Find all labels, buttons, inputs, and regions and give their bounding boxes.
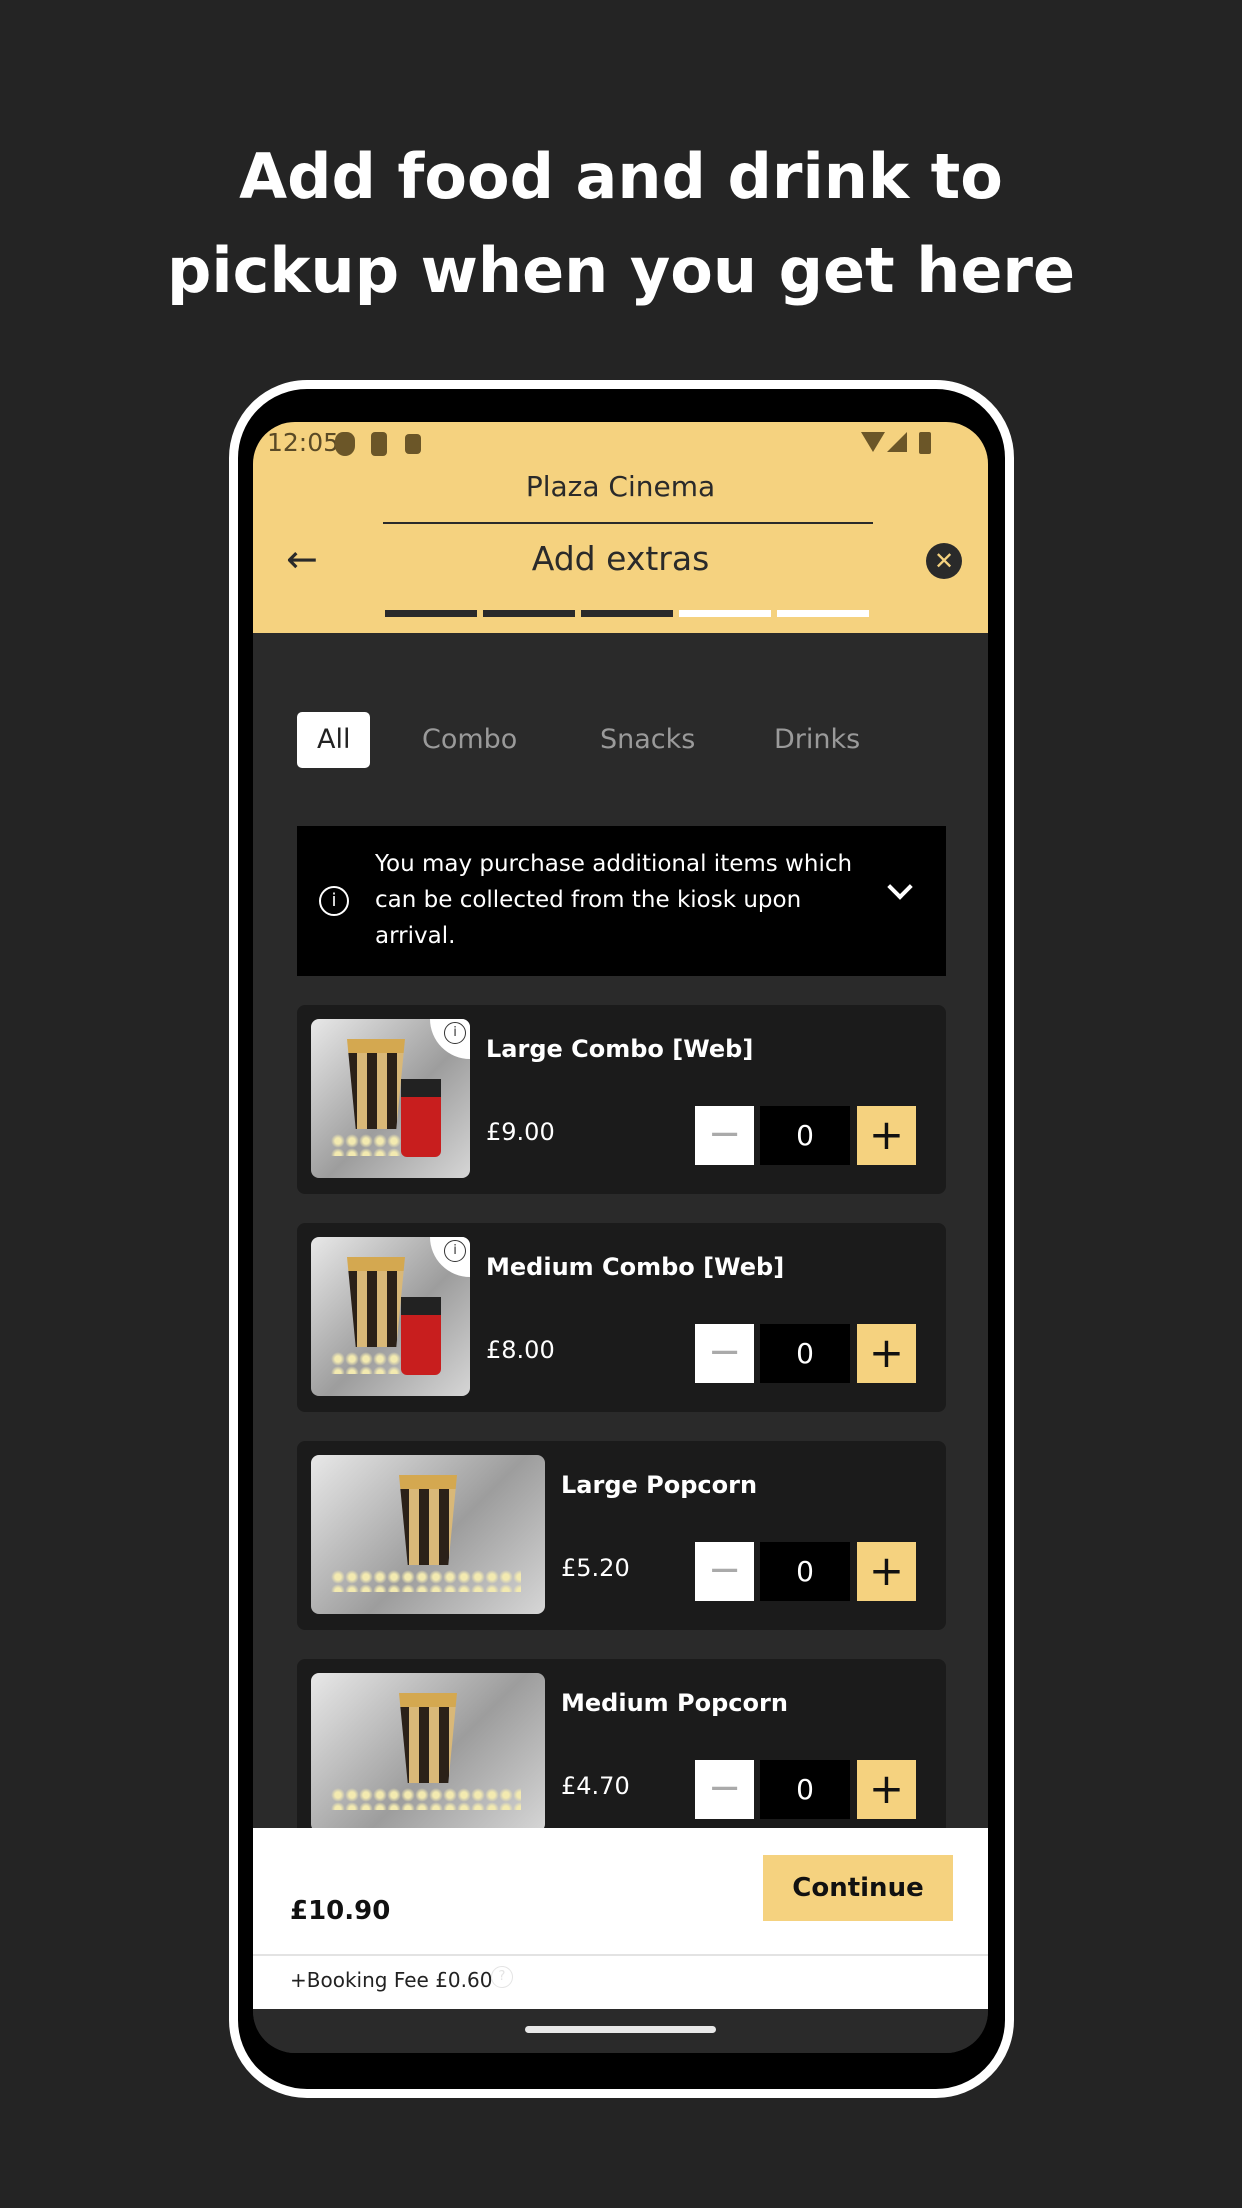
item-price: £8.00 (486, 1336, 555, 1364)
item-info-icon[interactable]: i (430, 1237, 470, 1277)
increase-button[interactable]: + (857, 1106, 916, 1165)
decrease-button[interactable]: − (695, 1106, 754, 1165)
item-image: i (311, 1237, 470, 1396)
item-image (311, 1673, 545, 1832)
cinema-name: Plaza Cinema (525, 470, 716, 503)
increase-button[interactable]: + (857, 1542, 916, 1601)
progress-step-2 (483, 610, 575, 617)
header: 12:05 Plaza Cinema ← Add extras ✕ (253, 422, 988, 633)
info-text: You may purchase additional items which … (375, 851, 853, 949)
quantity-field[interactable]: 0 (760, 1760, 850, 1819)
tab-snacks[interactable]: Snacks (600, 712, 695, 768)
progress-step-4 (679, 610, 771, 617)
item-price: £5.20 (561, 1554, 630, 1582)
signal-icon (887, 432, 907, 452)
tab-drinks[interactable]: Drinks (774, 712, 860, 768)
info-icon: i (319, 886, 349, 916)
battery-icon (919, 432, 931, 454)
item-card: i Medium Combo [Web] £8.00 − 0 + (297, 1223, 946, 1412)
item-name: Large Popcorn (561, 1471, 758, 1499)
shield-play-icon (335, 432, 355, 456)
quantity-field[interactable]: 0 (760, 1106, 850, 1165)
help-icon[interactable]: ? (491, 1966, 513, 1988)
status-time: 12:05 (267, 428, 340, 457)
nav-bar (253, 2009, 988, 2053)
item-card: i Large Combo [Web] £9.00 − 0 + (297, 1005, 946, 1194)
headline: Add food and drink to pickup when you ge… (0, 130, 1242, 318)
item-card: Large Popcorn £5.20 − 0 + (297, 1441, 946, 1630)
item-price: £9.00 (486, 1118, 555, 1146)
progress-step-3 (581, 610, 673, 617)
tab-combo[interactable]: Combo (422, 712, 517, 768)
total-price: £10.90 (290, 1896, 391, 1926)
chevron-down-icon[interactable] (887, 874, 913, 900)
a-icon (405, 434, 421, 454)
quantity-field[interactable]: 0 (760, 1324, 850, 1383)
headline-line-2: pickup when you get here (166, 234, 1076, 307)
home-indicator[interactable] (525, 2026, 716, 2033)
item-name: Medium Popcorn (561, 1689, 788, 1717)
page-title: Add extras (531, 539, 710, 578)
close-icon[interactable]: ✕ (926, 543, 962, 579)
increase-button[interactable]: + (857, 1324, 916, 1383)
decrease-button[interactable]: − (695, 1324, 754, 1383)
header-divider (383, 522, 873, 524)
item-info-icon[interactable]: i (430, 1019, 470, 1059)
item-image (311, 1455, 545, 1614)
checkout-bar: £10.90 Continue +Booking Fee £0.60 ? (253, 1828, 988, 2009)
phone-screen: 12:05 Plaza Cinema ← Add extras ✕ All Co… (253, 422, 988, 2053)
quantity-field[interactable]: 0 (760, 1542, 850, 1601)
progress-step-5 (777, 610, 869, 617)
increase-button[interactable]: + (857, 1760, 916, 1819)
continue-button[interactable]: Continue (763, 1855, 953, 1921)
booking-fee: +Booking Fee £0.60 (290, 1968, 493, 1992)
progress-step-1 (385, 610, 477, 617)
tab-all[interactable]: All (297, 712, 371, 768)
decrease-button[interactable]: − (695, 1760, 754, 1819)
info-banner[interactable]: i You may purchase additional items whic… (297, 826, 946, 976)
decrease-button[interactable]: − (695, 1542, 754, 1601)
item-image: i (311, 1019, 470, 1178)
headline-line-1: Add food and drink to (239, 140, 1003, 213)
item-name: Medium Combo [Web] (486, 1253, 785, 1281)
wifi-icon (861, 432, 885, 452)
item-card: Medium Popcorn £4.70 − 0 + (297, 1659, 946, 1848)
footer-divider (253, 1954, 988, 1956)
sd-card-icon (371, 432, 387, 456)
item-name: Large Combo [Web] (486, 1035, 754, 1063)
item-price: £4.70 (561, 1772, 630, 1800)
